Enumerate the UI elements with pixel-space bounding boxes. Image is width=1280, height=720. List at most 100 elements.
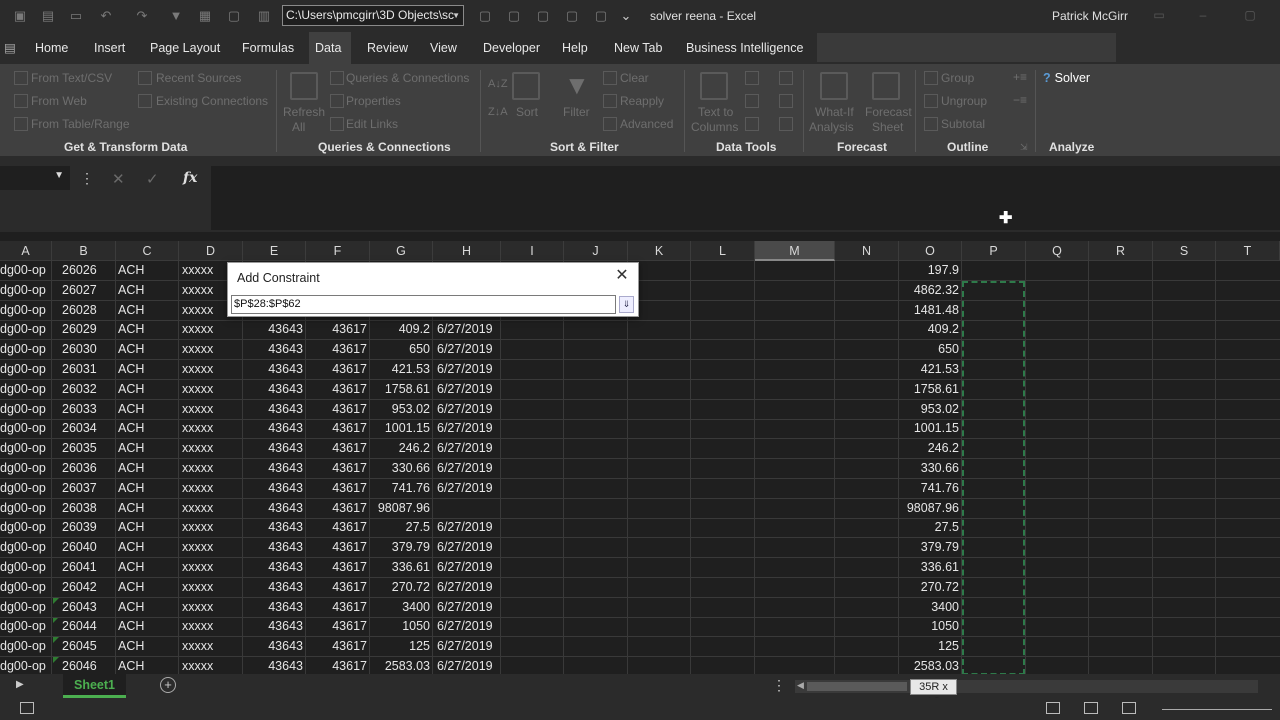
filter-icon[interactable]: ▼ [168,8,184,24]
ribbon-display-icon[interactable]: ▭ [1152,8,1166,22]
cell-o[interactable]: 2583.03 [899,657,962,674]
cell-f[interactable]: 43617 [306,419,370,439]
close-icon[interactable]: ✕ [613,267,631,285]
refresh-all-label[interactable]: All [292,120,305,134]
cell-d[interactable]: xxxxx [182,320,242,340]
from-text-csv[interactable]: From Text/CSV [31,71,112,85]
qa-icon-5[interactable]: ▢ [593,8,609,24]
reapply[interactable]: Reapply [620,94,664,108]
cell-c[interactable]: ACH [118,261,178,281]
cell-b[interactable]: 26045 [62,637,116,657]
tab-data[interactable]: Data [309,32,351,64]
cell-e[interactable]: 43643 [243,637,306,657]
column-header-g[interactable]: G [370,241,433,261]
cell-h[interactable]: 6/27/2019 [437,380,501,400]
cell-o[interactable]: 336.61 [899,558,962,578]
cell-o[interactable]: 330.66 [899,459,962,479]
more-sheets-icon[interactable]: ⋮ [772,677,786,694]
cell-a[interactable]: dg00-op [0,320,52,340]
cell-b[interactable]: 26032 [62,380,116,400]
cell-h[interactable]: 6/27/2019 [437,360,501,380]
cell-c[interactable]: ACH [118,598,178,618]
cell-f[interactable]: 43617 [306,558,370,578]
tab-insert[interactable]: Insert [88,32,131,64]
cell-o[interactable]: 650 [899,340,962,360]
group-button[interactable]: Group [941,71,974,85]
existing-connections[interactable]: Existing Connections [156,94,268,108]
table-icon[interactable]: ▢ [226,8,242,24]
tab-home[interactable]: Home [29,32,74,64]
cell-a[interactable]: dg00-op [0,281,52,301]
column-header-k[interactable]: K [628,241,691,261]
cell-o[interactable]: 270.72 [899,578,962,598]
normal-view-icon[interactable] [1046,702,1060,714]
column-header-s[interactable]: S [1153,241,1216,261]
expand-dialog-icon[interactable]: ⇓ [619,296,634,313]
subtotal-button[interactable]: Subtotal [941,117,985,131]
cell-b[interactable]: 26036 [62,459,116,479]
cell-h[interactable]: 6/27/2019 [437,657,501,674]
cell-h[interactable]: 6/27/2019 [437,419,501,439]
cell-a[interactable]: dg00-op [0,360,52,380]
cell-b[interactable]: 26034 [62,419,116,439]
cell-b[interactable]: 26033 [62,400,116,420]
column-header-f[interactable]: F [306,241,370,261]
cell-g[interactable]: 27.5 [370,518,433,538]
cell-g[interactable]: 336.61 [370,558,433,578]
cell-c[interactable]: ACH [118,419,178,439]
cell-b[interactable]: 26035 [62,439,116,459]
cell-g[interactable]: 409.2 [370,320,433,340]
cell-h[interactable]: 6/27/2019 [437,459,501,479]
cell-g[interactable]: 421.53 [370,360,433,380]
cell-b[interactable]: 26040 [62,538,116,558]
more-options-icon[interactable]: ⋮ [80,170,94,187]
worksheet-grid[interactable]: dg00-op 26046 ACH xxxxx 43643 43617 2583.03 6/2… [0,261,1280,674]
cell-e[interactable]: 43643 [243,578,306,598]
column-header-h[interactable]: H [433,241,501,261]
column-header-a[interactable]: A [0,241,52,261]
cell-e[interactable]: 43643 [243,340,306,360]
cell-d[interactable]: xxxxx [182,340,242,360]
cell-a[interactable]: dg00-op [0,578,52,598]
cell-o[interactable]: 953.02 [899,400,962,420]
cell-e[interactable]: 43643 [243,400,306,420]
cell-o[interactable]: 421.53 [899,360,962,380]
text-to-label[interactable]: Text to [698,105,733,119]
cell-b[interactable]: 26028 [62,301,116,321]
relationships-icon[interactable] [779,94,793,108]
cell-d[interactable]: xxxxx [182,419,242,439]
cell-e[interactable]: 43643 [243,538,306,558]
cell-b[interactable]: 26042 [62,578,116,598]
cell-d[interactable]: xxxxx [182,380,242,400]
cell-o[interactable]: 409.2 [899,320,962,340]
tab-formulas[interactable]: Formulas [236,32,300,64]
customize-qa-icon[interactable]: ⌄ [618,8,634,24]
cell-c[interactable]: ACH [118,380,178,400]
outline-launcher-icon[interactable]: ⇲ [1020,142,1028,153]
column-header-l[interactable]: L [691,241,755,261]
filter-funnel-icon[interactable]: ▼ [564,70,590,101]
horizontal-scrollbar[interactable]: ◀ [795,680,1258,693]
column-header-b[interactable]: B [52,241,116,261]
cell-e[interactable]: 43643 [243,617,306,637]
open-icon[interactable]: ▭ [68,8,84,24]
cell-o[interactable]: 197.9 [899,261,962,281]
tab-business-intelligence[interactable]: Business Intelligence [680,32,809,64]
tab-help[interactable]: Help [556,32,594,64]
cell-g[interactable]: 270.72 [370,578,433,598]
cell-b[interactable]: 26037 [62,479,116,499]
cell-a[interactable]: dg00-op [0,439,52,459]
cell-g[interactable]: 741.76 [370,479,433,499]
column-header-r[interactable]: R [1089,241,1153,261]
qa-icon-2[interactable]: ▢ [506,8,522,24]
manage-data-model-icon[interactable] [779,117,793,131]
queries-connections[interactable]: Queries & Connections [346,71,469,85]
cell-d[interactable]: xxxxx [182,598,242,618]
cell-f[interactable]: 43617 [306,360,370,380]
column-header-i[interactable]: I [501,241,564,261]
qa-icon-1[interactable]: ▢ [477,8,493,24]
cell-f[interactable]: 43617 [306,657,370,674]
sheet-scroll-icon[interactable]: ▶ [16,679,24,690]
cell-h[interactable]: 6/27/2019 [437,320,501,340]
cell-e[interactable]: 43643 [243,598,306,618]
